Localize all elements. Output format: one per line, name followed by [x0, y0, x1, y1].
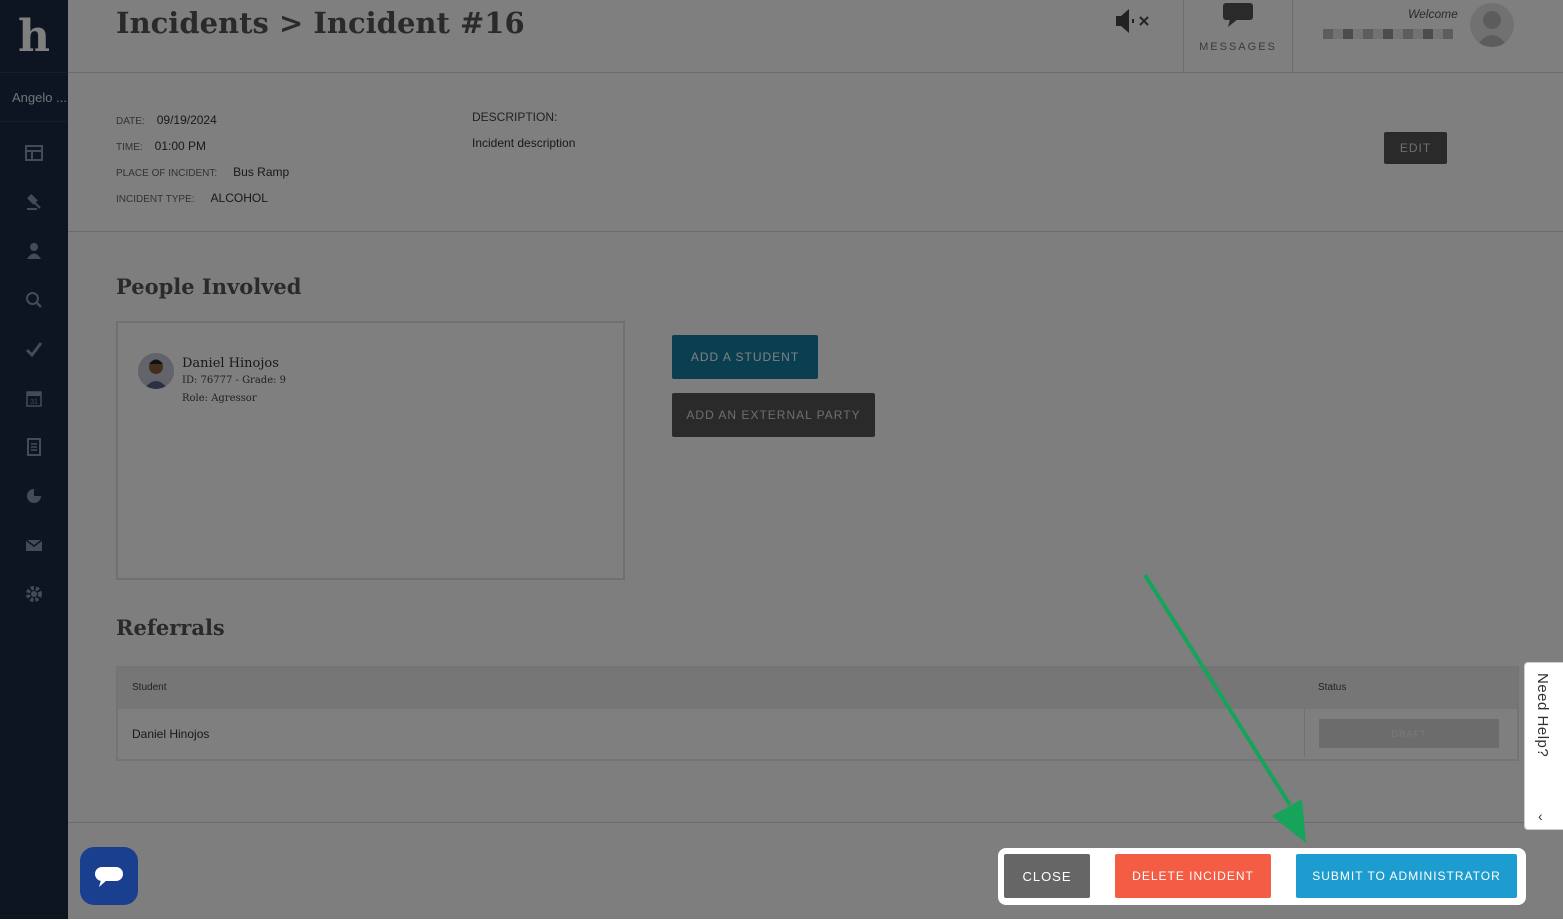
students-icon[interactable]	[0, 226, 68, 275]
people-involved-heading: People Involved	[116, 274, 302, 299]
type-label: INCIDENT TYPE:	[116, 194, 195, 205]
people-involved-box: Daniel Hinojos ID: 76777 - Grade: 9 Role…	[116, 321, 625, 580]
description-label: DESCRIPTION:	[472, 110, 558, 124]
place-value: Bus Ramp	[233, 165, 290, 179]
place-label: PLACE OF INCIDENT:	[116, 168, 218, 179]
close-button[interactable]: CLOSE	[1004, 854, 1090, 898]
date-label: DATE:	[116, 116, 145, 127]
user-name[interactable]: Angelo ...	[0, 72, 68, 122]
person-id-grade: ID: 76777 - Grade: 9	[182, 375, 287, 386]
incident-details: DATE: 09/19/2024 TIME: 01:00 PM PLACE OF I…	[68, 73, 1563, 232]
chat-icon	[95, 867, 123, 887]
person-name[interactable]: Daniel Hinojos	[182, 356, 279, 371]
top-bar: Incidents > Incident #16 MESSAGES Welcom…	[68, 0, 1563, 73]
delete-incident-button[interactable]: DELETE INCIDENT	[1115, 854, 1271, 898]
type-value: ALCOHOL	[210, 191, 268, 205]
table-header: Student Status	[118, 668, 1517, 709]
calendar-icon[interactable]: 31	[0, 373, 68, 422]
app-logo[interactable]: h	[0, 0, 68, 72]
pie-chart-icon[interactable]	[0, 471, 68, 520]
edit-button[interactable]: EDIT	[1384, 132, 1447, 164]
search-icon[interactable]	[0, 275, 68, 324]
speech-bubble-icon	[1223, 3, 1253, 27]
referrals-table: Student Status Daniel Hinojos DRAFT	[116, 666, 1519, 761]
gavel-icon[interactable]	[0, 177, 68, 226]
table-row-student[interactable]: Daniel Hinojos	[132, 727, 209, 741]
date-row: DATE: 09/19/2024	[116, 113, 217, 127]
time-value: 01:00 PM	[154, 139, 207, 153]
column-header-student: Student	[132, 682, 167, 693]
submit-to-administrator-button[interactable]: SUBMIT TO ADMINISTRATOR	[1296, 854, 1517, 898]
add-student-button[interactable]: ADD A STUDENT	[672, 335, 818, 379]
time-label: TIME:	[116, 142, 143, 153]
need-help-label: Need Help?	[1534, 673, 1551, 758]
column-divider	[1304, 709, 1305, 757]
page-title: Incidents > Incident #16	[116, 6, 525, 40]
referrals-heading: Referrals	[116, 615, 225, 640]
document-icon[interactable]	[0, 422, 68, 471]
mute-icon[interactable]	[1114, 6, 1154, 36]
student-photo	[138, 353, 174, 389]
user-avatar[interactable]	[1470, 3, 1514, 47]
main-content: Incidents > Incident #16 MESSAGES Welcom…	[68, 0, 1563, 920]
dashboard-icon[interactable]	[0, 128, 68, 177]
action-bar: CLOSE DELETE INCIDENT SUBMIT TO ADMINIST…	[998, 848, 1526, 905]
description-value: Incident description	[472, 136, 576, 150]
add-external-party-button[interactable]: ADD AN EXTERNAL PARTY	[672, 393, 875, 437]
type-row: INCIDENT TYPE: ALCOHOL	[116, 191, 268, 205]
place-row: PLACE OF INCIDENT: Bus Ramp	[116, 165, 289, 179]
time-row: TIME: 01:00 PM	[116, 139, 206, 153]
svg-text:31: 31	[30, 399, 38, 406]
gear-icon[interactable]	[0, 569, 68, 618]
checkmark-icon[interactable]	[0, 324, 68, 373]
messages-button[interactable]: MESSAGES	[1183, 0, 1293, 72]
redacted-username	[1323, 29, 1453, 39]
messages-label: MESSAGES	[1199, 41, 1277, 53]
envelope-icon[interactable]	[0, 520, 68, 569]
chevron-left-icon[interactable]: ‹	[1538, 808, 1543, 824]
date-value: 09/19/2024	[156, 113, 217, 127]
column-header-status: Status	[1318, 682, 1347, 693]
chat-button[interactable]	[80, 847, 138, 905]
person-role: Role: Agressor	[182, 393, 257, 404]
sidebar: h Angelo ... 31	[0, 0, 68, 919]
status-badge: DRAFT	[1319, 719, 1499, 748]
need-help-tab[interactable]: Need Help? ‹	[1524, 662, 1563, 830]
welcome-text: Welcome	[1408, 7, 1458, 21]
